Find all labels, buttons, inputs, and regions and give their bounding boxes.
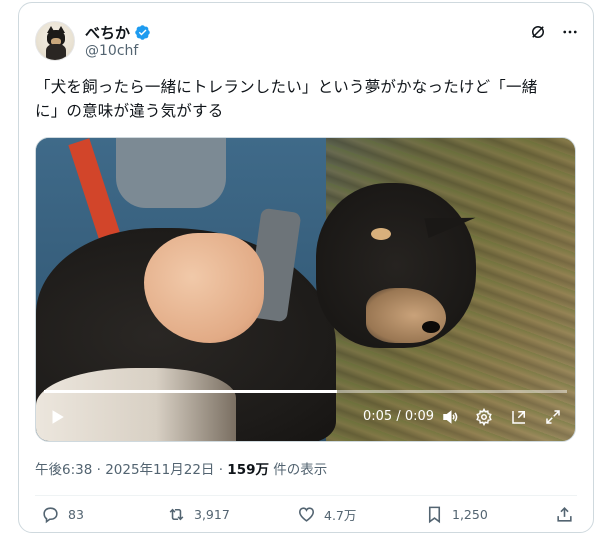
reply-icon [43,507,58,524]
share-button[interactable] [555,505,574,524]
name-row: べちか [85,22,151,43]
play-icon[interactable] [48,408,66,426]
tweet-card: べちか @10chf 「犬を飼ったら一緒にトレランしたい」という夢がかなったけど… [18,2,594,533]
video-time: 0:05 / 0:09 [363,409,435,424]
settings-gear-icon[interactable] [475,407,493,427]
repost-count: 3,917 [194,507,230,522]
repost-button[interactable]: 3,917 [167,505,230,524]
header-icons [529,23,579,41]
reply-count: 83 [68,507,84,522]
like-count: 4.7万 [324,508,357,523]
bookmark-icon [428,506,441,524]
fullscreen-icon[interactable] [544,408,562,426]
tweet-meta: 午後6:38 · 2025年11月22日 · 159万 件の表示 [35,458,327,478]
handle[interactable]: @10chf [85,43,138,59]
tweet-text-line-2: に」の意味が違う気がする [35,102,224,120]
pip-icon[interactable] [510,408,528,426]
video-dog-nose [422,321,440,333]
meta-separator: · [92,462,106,478]
action-bar: 83 3,917 4.7万 1,250 [35,505,577,529]
like-button[interactable]: 4.7万 [297,505,356,524]
more-icon[interactable] [561,23,579,41]
tweet-text-line-1: 「犬を飼ったら一緒にトレランしたい」という夢がかなったけど「一緒 [35,78,538,96]
video-person-shirt [116,138,226,208]
volume-icon[interactable] [441,408,459,426]
view-label: 件の表示 [268,462,328,478]
grok-icon[interactable] [529,23,547,41]
bookmark-button[interactable]: 1,250 [425,505,488,524]
share-icon [557,507,572,522]
video-dog-leg [36,368,236,441]
avatar[interactable] [35,21,75,61]
repost-icon [169,508,184,521]
avatar-dog-body [46,44,66,60]
verified-badge-icon[interactable] [134,24,151,41]
divider [35,495,577,496]
bookmark-count: 1,250 [452,507,488,522]
video-progress-bar[interactable] [44,390,567,393]
reply-button[interactable]: 83 [41,505,84,524]
video-player[interactable]: 0:05 / 0:09 [35,137,576,442]
tweet-time[interactable]: 午後6:38 [35,462,92,478]
tweet-header: べちか @10chf [35,21,579,65]
view-count: 159万 [227,462,269,478]
display-name[interactable]: べちか [85,22,130,43]
heart-icon [298,507,315,522]
video-dog-eye [371,228,391,240]
tweet-date[interactable]: 2025年11月22日 [105,462,214,478]
meta-separator-2: · [214,462,228,478]
video-progress-fill [44,390,337,393]
tweet-text: 「犬を飼ったら一緒にトレランしたい」という夢がかなったけど「一緒 に」の意味が違… [35,75,580,123]
